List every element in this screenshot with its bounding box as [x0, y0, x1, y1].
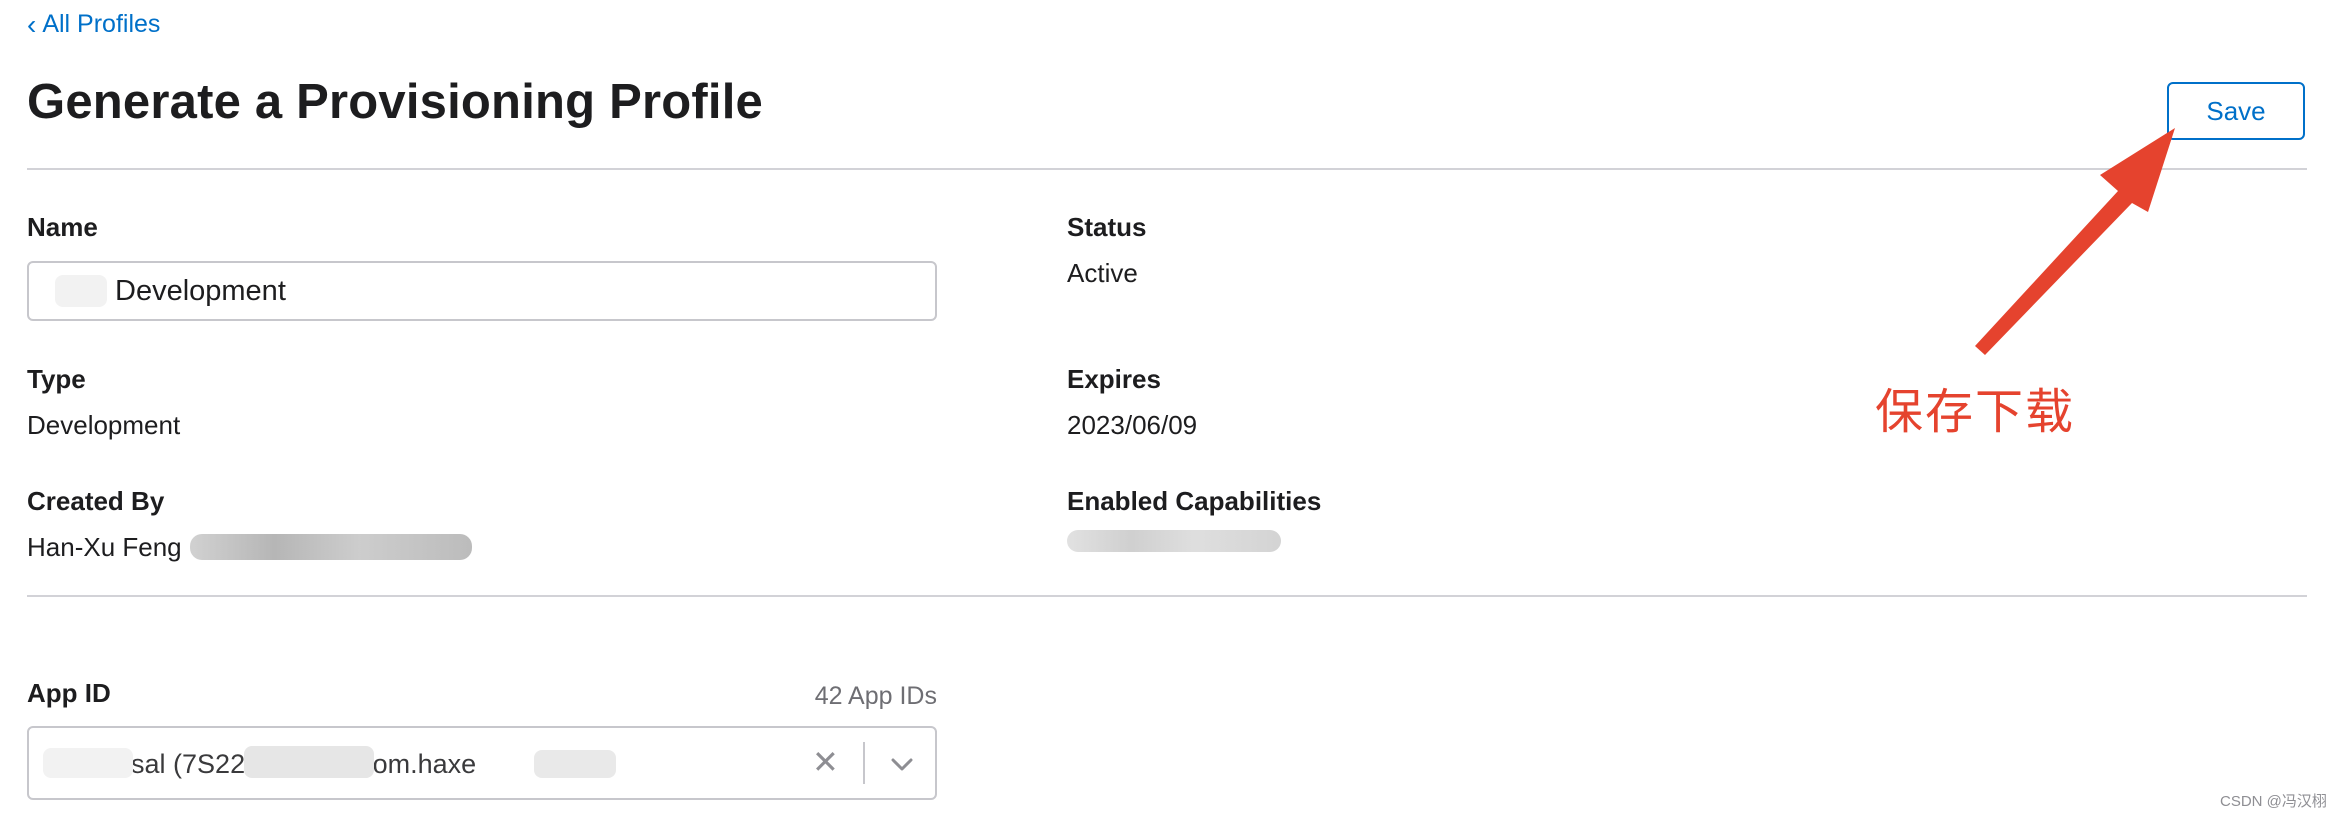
save-button[interactable]: Save: [2167, 82, 2305, 140]
name-field-wrapper: [27, 261, 937, 321]
annotation-arrow-icon: [1975, 128, 2175, 355]
type-value: Development: [27, 410, 181, 440]
name-field[interactable]: [27, 261, 937, 321]
clear-selection-icon[interactable]: ✕: [812, 746, 839, 778]
status-value: Active: [1067, 258, 1138, 288]
expires-value: 2023/06/09: [1067, 410, 1198, 440]
name-redaction: [55, 275, 107, 307]
expires-label: Expires: [1067, 364, 1161, 394]
chevron-left-icon: ‹: [27, 8, 37, 40]
back-link-label: All Profiles: [42, 10, 161, 38]
select-separator: [863, 742, 865, 784]
section-divider: [27, 595, 2307, 597]
app-id-select[interactable]: Universal (7S225XXADB.com.haxe ✕: [27, 726, 937, 800]
app-id-count: 42 App IDs: [814, 682, 937, 710]
created-by-label: Created By: [27, 486, 165, 516]
name-label: Name: [27, 212, 98, 242]
capabilities-label: Enabled Capabilities: [1067, 486, 1322, 516]
back-link-all-profiles[interactable]: ‹ All Profiles: [27, 10, 160, 39]
status-label: Status: [1067, 212, 1147, 242]
created-by-value: Han-Xu Feng: [27, 532, 182, 562]
chevron-down-icon[interactable]: [887, 750, 917, 778]
app-id-redaction-left: [43, 748, 133, 778]
annotation-label: 保存下载: [1875, 384, 2076, 440]
created-by-email-redaction: [190, 534, 472, 560]
app-id-redaction-mid: [244, 746, 374, 778]
capabilities-redaction: [1067, 530, 1281, 552]
page-title: Generate a Provisioning Profile: [27, 75, 763, 129]
app-id-redaction-right: [534, 750, 616, 778]
type-label: Type: [27, 364, 86, 394]
app-id-label: App ID: [27, 678, 111, 708]
watermark: CSDN @冯汉栩: [2220, 793, 2327, 810]
